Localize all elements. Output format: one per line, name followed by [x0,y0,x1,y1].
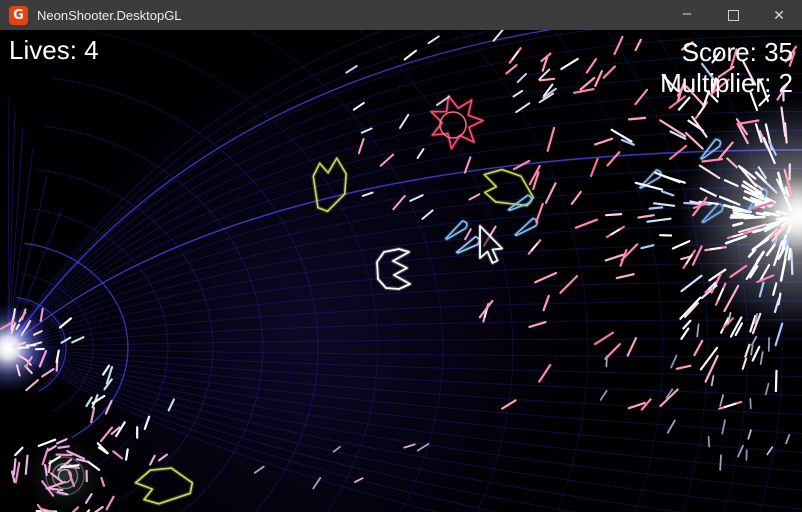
game-scene [0,30,802,512]
app-icon: G [9,6,28,25]
game-canvas[interactable]: Lives: 4 Score: 35 Multiplier: 2 [0,30,802,512]
maximize-icon [728,10,739,21]
maximize-button[interactable] [710,0,756,30]
minimize-icon: – [683,5,691,22]
window-title: NeonShooter.DesktopGL [37,8,664,23]
title-bar: G NeonShooter.DesktopGL – ✕ [0,0,802,30]
minimize-button[interactable]: – [664,0,710,30]
close-button[interactable]: ✕ [756,0,802,30]
app-window: G NeonShooter.DesktopGL – ✕ Lives: 4 Sco… [0,0,802,512]
close-icon: ✕ [773,7,785,24]
